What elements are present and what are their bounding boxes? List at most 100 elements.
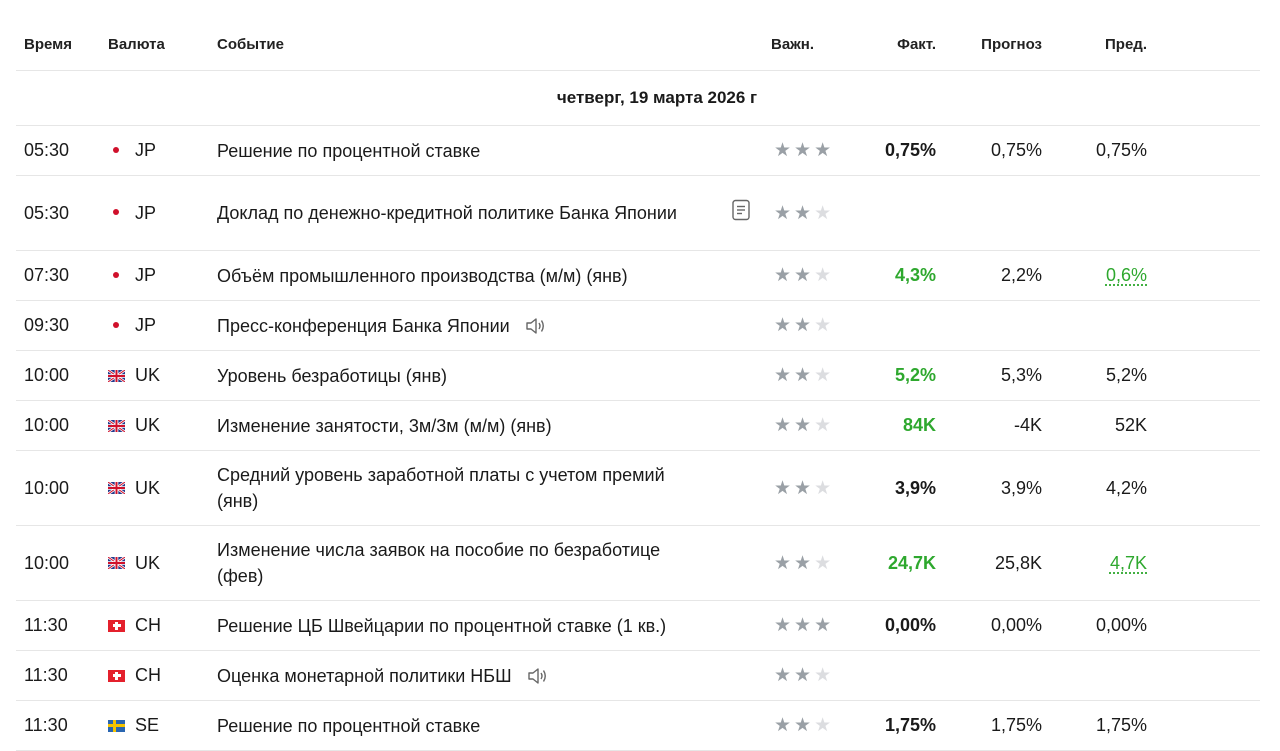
star-icon: ★ — [814, 416, 831, 435]
revised-previous-value[interactable]: 0,6% — [1106, 265, 1147, 285]
forecast-value: 2,2% — [936, 265, 1042, 286]
header-previous[interactable]: Пред. — [1042, 18, 1147, 53]
actual-value: 3,9% — [851, 478, 936, 499]
table-row[interactable]: 07:30 JP Объём промышленного производств… — [16, 251, 1260, 301]
speaker-icon[interactable] — [524, 316, 546, 336]
header-event[interactable]: Событие — [217, 18, 771, 53]
star-icon: ★ — [794, 616, 811, 635]
header-time[interactable]: Время — [16, 18, 108, 53]
actual-value: 0,00% — [851, 615, 936, 636]
star-icon: ★ — [774, 366, 791, 385]
star-icon: ★ — [774, 666, 791, 685]
importance-stars: ★ ★ ★ — [771, 666, 851, 685]
star-icon: ★ — [794, 266, 811, 285]
event-name[interactable]: Уровень безработицы (янв) — [217, 363, 447, 389]
star-icon: ★ — [774, 616, 791, 635]
event-name[interactable]: Изменение числа заявок на пособие по без… — [217, 537, 687, 589]
table-row[interactable]: 10:00 UK Изменение числа заявок на пособ… — [16, 526, 1260, 601]
previous-value-cell: 4,7K — [1042, 553, 1147, 574]
importance-stars: ★ ★ ★ — [771, 141, 851, 160]
event-cell: Доклад по денежно-кредитной политике Бан… — [217, 199, 771, 228]
star-icon: ★ — [794, 716, 811, 735]
revised-previous-value[interactable]: 4,7K — [1110, 553, 1147, 573]
event-time: 09:30 — [16, 315, 108, 336]
star-icon: ★ — [774, 141, 791, 160]
table-row[interactable]: 05:30 JP Решение по процентной ставке ★ ★… — [16, 126, 1260, 176]
header-actual[interactable]: Факт. — [851, 18, 936, 53]
document-icon[interactable] — [731, 199, 751, 228]
event-name[interactable]: Решение по процентной ставке — [217, 713, 480, 739]
event-name[interactable]: Изменение занятости, 3м/3м (м/м) (янв) — [217, 413, 552, 439]
currency-cell: UK — [108, 415, 217, 436]
currency-code: CH — [135, 665, 161, 686]
uk-flag-icon — [108, 370, 125, 382]
event-time: 10:00 — [16, 478, 108, 499]
previous-value: 0,00% — [1042, 615, 1147, 636]
event-name[interactable]: Средний уровень заработной платы с учето… — [217, 462, 687, 514]
event-name[interactable]: Решение ЦБ Швейцарии по процентной ставк… — [217, 613, 666, 639]
star-icon: ★ — [814, 366, 831, 385]
star-icon: ★ — [774, 266, 791, 285]
currency-cell: CH — [108, 665, 217, 686]
table-row[interactable]: 10:00 UK Изменение занятости, 3м/3м (м/м… — [16, 401, 1260, 451]
header-importance[interactable]: Важн. — [771, 18, 851, 53]
previous-value-cell: 0,6% — [1042, 265, 1147, 286]
currency-code: JP — [135, 203, 156, 224]
table-row[interactable]: 10:00 UK Средний уровень заработной плат… — [16, 451, 1260, 526]
actual-value: 4,3% — [851, 265, 936, 286]
previous-value: 5,2% — [1042, 365, 1147, 386]
currency-cell: UK — [108, 553, 217, 574]
importance-stars: ★ ★ ★ — [771, 479, 851, 498]
importance-stars: ★ ★ ★ — [771, 416, 851, 435]
star-icon: ★ — [794, 141, 811, 160]
speaker-icon[interactable] — [526, 666, 548, 686]
event-name[interactable]: Пресс-конференция Банка Японии — [217, 313, 510, 339]
actual-value: 84K — [851, 415, 936, 436]
event-cell: Средний уровень заработной платы с учето… — [217, 462, 771, 514]
table-row[interactable]: 09:30 JP Пресс-конференция Банка Японии … — [16, 301, 1260, 351]
star-icon: ★ — [774, 316, 791, 335]
star-icon: ★ — [794, 416, 811, 435]
importance-stars: ★ ★ ★ — [771, 316, 851, 335]
event-time: 07:30 — [16, 265, 108, 286]
date-separator: четверг, 19 марта 2026 г — [16, 71, 1260, 126]
currency-cell: JP — [108, 203, 217, 224]
sweden-flag-icon — [108, 720, 125, 732]
currency-code: JP — [135, 315, 156, 336]
currency-code: SE — [135, 715, 159, 736]
header-forecast[interactable]: Прогноз — [936, 18, 1042, 53]
star-icon: ★ — [774, 716, 791, 735]
importance-stars: ★ ★ ★ — [771, 554, 851, 573]
event-cell: Изменение занятости, 3м/3м (м/м) (янв) — [217, 413, 771, 439]
table-row[interactable]: 10:00 UK Уровень безработицы (янв) ★ ★ ★ 5… — [16, 351, 1260, 401]
japan-flag-icon — [108, 145, 125, 157]
event-name[interactable]: Решение по процентной ставке — [217, 138, 480, 164]
star-icon: ★ — [774, 204, 791, 223]
star-icon: ★ — [814, 716, 831, 735]
importance-stars: ★ ★ ★ — [771, 204, 851, 223]
currency-code: UK — [135, 478, 160, 499]
event-cell: Объём промышленного производства (м/м) (… — [217, 263, 771, 289]
importance-stars: ★ ★ ★ — [771, 266, 851, 285]
importance-stars: ★ ★ ★ — [771, 616, 851, 635]
star-icon: ★ — [814, 554, 831, 573]
event-cell: Пресс-конференция Банка Японии — [217, 313, 771, 339]
table-row[interactable]: 11:30 CH Решение ЦБ Швейцарии по процент… — [16, 601, 1260, 651]
table-header: Время Валюта Событие Важн. Факт. Прогноз… — [16, 0, 1260, 71]
header-currency[interactable]: Валюта — [108, 18, 217, 53]
event-time: 10:00 — [16, 553, 108, 574]
table-row[interactable]: 05:30 JP Доклад по денежно-кредитной пол… — [16, 176, 1260, 251]
star-icon: ★ — [814, 141, 831, 160]
event-time: 05:30 — [16, 140, 108, 161]
table-row[interactable]: 11:30 SE Решение по процентной ставке ★ ★… — [16, 701, 1260, 751]
currency-cell: SE — [108, 715, 217, 736]
event-cell: Решение по процентной ставке — [217, 138, 771, 164]
star-icon: ★ — [794, 366, 811, 385]
event-name[interactable]: Оценка монетарной политики НБШ — [217, 663, 512, 689]
actual-value: 0,75% — [851, 140, 936, 161]
currency-code: UK — [135, 365, 160, 386]
table-row[interactable]: 11:30 CH Оценка монетарной политики НБШ … — [16, 651, 1260, 701]
star-icon: ★ — [774, 554, 791, 573]
event-name[interactable]: Доклад по денежно-кредитной политике Бан… — [217, 200, 677, 226]
event-name[interactable]: Объём промышленного производства (м/м) (… — [217, 263, 628, 289]
